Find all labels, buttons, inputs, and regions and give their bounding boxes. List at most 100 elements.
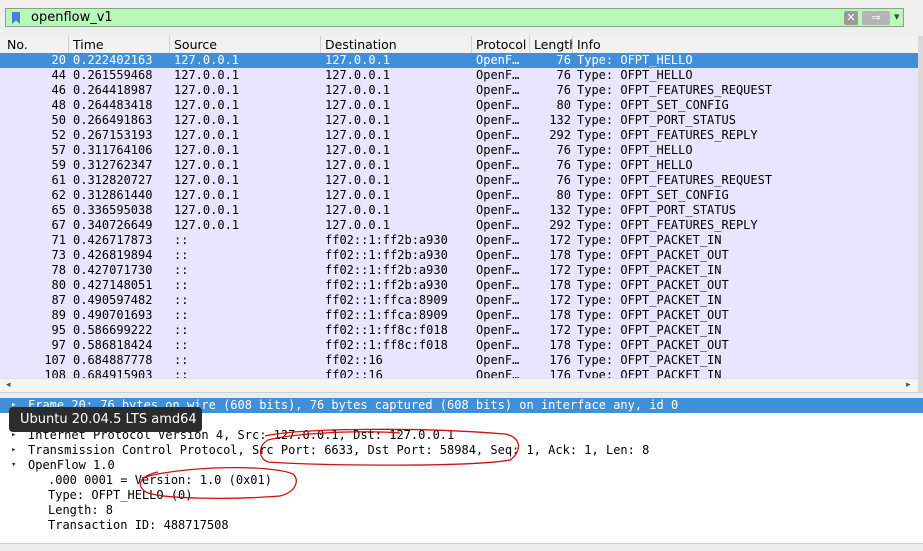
column-header-no[interactable]: No.: [3, 36, 69, 53]
packet-row[interactable]: 95 0.586699222:: ff02::1:ff8c:f018 OpenF… 17…: [0, 323, 918, 338]
column-header-source[interactable]: Source: [170, 36, 321, 53]
packet-cell-proto: OpenF…: [476, 68, 520, 82]
packet-cell-time: 0.261559468: [73, 68, 153, 82]
packet-cell-proto: OpenF…: [476, 233, 520, 247]
packet-row[interactable]: 50 0.266491863 127.0.0.1 127.0.0.1 OpenF… 132…: [0, 113, 918, 128]
apply-filter-icon[interactable]: ⇒: [862, 11, 890, 25]
packet-cell-proto: OpenF…: [476, 293, 520, 307]
packet-row[interactable]: 57 0.311764106 127.0.0.1 127.0.0.1 OpenF… 76 T…: [0, 143, 918, 158]
packet-row[interactable]: 62 0.312861440 127.0.0.1 127.0.0.1 OpenF… 80 T…: [0, 188, 918, 203]
clear-filter-icon[interactable]: ✕: [844, 11, 858, 25]
packet-list[interactable]: 20 0.222402163 127.0.0.1 127.0.0.1 OpenF… 76 T…: [0, 53, 918, 378]
packet-list-vertical-scrollbar[interactable]: [918, 36, 923, 392]
packet-row[interactable]: 67 0.340726649 127.0.0.1 127.0.0.1 OpenF… 292…: [0, 218, 918, 233]
column-header-time[interactable]: Time: [69, 36, 170, 53]
column-header-info[interactable]: Info: [573, 36, 918, 53]
packet-row[interactable]: 46 0.264418987 127.0.0.1 127.0.0.1 OpenF… 76 T…: [0, 83, 918, 98]
packet-cell-no: 62: [51, 188, 66, 202]
packet-cell-time: 0.264483418: [73, 98, 153, 112]
packet-cell-dst: 127.0.0.1: [325, 113, 391, 127]
detail-text: Length: 8: [48, 503, 114, 517]
packet-cell-info: Type: OFPT_PACKET_OUT: [577, 248, 729, 262]
packet-cell-len: 132: [549, 203, 571, 217]
packet-cell-len: 76: [556, 143, 571, 157]
packet-row[interactable]: 97 0.586818424:: ff02::1:ff8c:f018 OpenF… 17…: [0, 338, 918, 353]
packet-cell-info: Type: OFPT_FEATURES_REQUEST: [577, 83, 773, 97]
packet-cell-no: 52: [51, 128, 66, 142]
packet-cell-info: Type: OFPT_PACKET_IN: [577, 233, 722, 247]
packet-row[interactable]: 107 0.684887778:: ff02::16 OpenF… 176 Type: O…: [0, 353, 918, 368]
packet-cell-no: 87: [51, 293, 66, 307]
packet-cell-src: ::: [174, 233, 189, 247]
packet-cell-dst: 127.0.0.1: [325, 143, 391, 157]
packet-list-horizontal-scrollbar[interactable]: ◂ ▸: [0, 378, 918, 393]
packet-cell-len: 80: [556, 188, 571, 202]
packet-row[interactable]: 52 0.267153193 127.0.0.1 127.0.0.1 OpenF… 292…: [0, 128, 918, 143]
packet-row[interactable]: 80 0.427148051:: ff02::1:ff2b:a930 OpenF… 17…: [0, 278, 918, 293]
collapse-arrow-icon[interactable]: ▾: [11, 458, 16, 473]
packet-cell-len: 292: [549, 218, 571, 232]
packet-cell-proto: OpenF…: [476, 353, 520, 367]
packet-cell-info: Type: OFPT_SET_CONFIG: [577, 98, 729, 112]
packet-cell-no: 97: [51, 338, 66, 352]
packet-cell-dst: ff02::1:ffca:8909: [325, 308, 448, 322]
packet-cell-no: 59: [51, 158, 66, 172]
packet-cell-proto: OpenF…: [476, 158, 520, 172]
detail-tree-row[interactable]: ▸ Transmission Control Protocol, Src Port…: [0, 443, 923, 458]
packet-cell-time: 0.312762347: [73, 158, 153, 172]
packet-cell-len: 172: [549, 323, 571, 337]
display-filter-input[interactable]: openflow_v1 ✕ ⇒ ▾: [5, 8, 904, 27]
packet-row[interactable]: 89 0.490701693:: ff02::1:ffca:8909 OpenF… 17…: [0, 308, 918, 323]
detail-tree-row[interactable]: ▾ OpenFlow 1.0: [0, 458, 923, 473]
bookmark-icon[interactable]: [12, 12, 20, 24]
detail-field-row[interactable]: Length: 8: [0, 503, 923, 518]
packet-cell-info: Type: OFPT_HELLO: [577, 158, 693, 172]
packet-cell-time: 0.490597482: [73, 293, 153, 307]
packet-cell-proto: OpenF…: [476, 248, 520, 262]
detail-field-row[interactable]: Transaction ID: 488717508: [0, 518, 923, 533]
detail-field-row[interactable]: Type: OFPT_HELLO (0): [0, 488, 923, 503]
packet-cell-info: Type: OFPT_PACKET_IN: [577, 263, 722, 277]
expand-arrow-icon[interactable]: ▸: [11, 443, 16, 458]
packet-cell-src: 127.0.0.1: [174, 203, 240, 217]
scroll-left-icon[interactable]: ◂: [6, 380, 11, 390]
packet-cell-dst: 127.0.0.1: [325, 68, 391, 82]
packet-row[interactable]: 87 0.490597482:: ff02::1:ffca:8909 OpenF… 17…: [0, 293, 918, 308]
packet-row[interactable]: 61 0.312820727 127.0.0.1 127.0.0.1 OpenF… 76 T…: [0, 173, 918, 188]
packet-row[interactable]: 44 0.261559468 127.0.0.1 127.0.0.1 OpenF… 76 T…: [0, 68, 918, 83]
packet-cell-time: 0.267153193: [73, 128, 153, 142]
filter-history-dropdown-icon[interactable]: ▾: [894, 10, 900, 23]
packet-cell-src: ::: [174, 323, 189, 337]
column-header-destination[interactable]: Destination: [321, 36, 472, 53]
column-header-protocol[interactable]: Protocol: [472, 36, 530, 53]
scroll-right-icon[interactable]: ▸: [906, 380, 911, 390]
packet-row[interactable]: 73 0.426819894:: ff02::1:ff2b:a930 OpenF… 17…: [0, 248, 918, 263]
display-filter-value[interactable]: openflow_v1: [31, 10, 113, 25]
packet-cell-info: Type: OFPT_PACKET_OUT: [577, 278, 729, 292]
packet-cell-proto: OpenF…: [476, 263, 520, 277]
packet-row[interactable]: 48 0.264483418 127.0.0.1 127.0.0.1 OpenF… 80 T…: [0, 98, 918, 113]
packet-cell-src: 127.0.0.1: [174, 218, 240, 232]
detail-field-row[interactable]: .000 0001 = Version: 1.0 (0x01): [0, 473, 923, 488]
packet-cell-info: Type: OFPT_PORT_STATUS: [577, 113, 736, 127]
packet-row[interactable]: 78 0.427071730:: ff02::1:ff2b:a930 OpenF… 17…: [0, 263, 918, 278]
packet-cell-dst: 127.0.0.1: [325, 53, 391, 67]
packet-cell-src: 127.0.0.1: [174, 113, 240, 127]
packet-row[interactable]: 71 0.426717873:: ff02::1:ff2b:a930 OpenF… 17…: [0, 233, 918, 248]
packet-cell-info: Type: OFPT_FEATURES_REPLY: [577, 218, 758, 232]
packet-cell-dst: 127.0.0.1: [325, 158, 391, 172]
packet-row[interactable]: 65 0.336595038 127.0.0.1 127.0.0.1 OpenF… 132…: [0, 203, 918, 218]
packet-cell-proto: OpenF…: [476, 98, 520, 112]
packet-row[interactable]: 108 0.684915903:: ff02::16 OpenF… 176 Type: O…: [0, 368, 918, 378]
packet-row[interactable]: 59 0.312762347 127.0.0.1 127.0.0.1 OpenF… 76 T…: [0, 158, 918, 173]
packet-cell-proto: OpenF…: [476, 203, 520, 217]
column-header-length[interactable]: Length: [530, 36, 573, 53]
packet-cell-len: 76: [556, 83, 571, 97]
packet-cell-src: ::: [174, 338, 189, 352]
packet-cell-no: 46: [51, 83, 66, 97]
packet-cell-dst: ff02::1:ff8c:f018: [325, 338, 448, 352]
packet-cell-no: 71: [51, 233, 66, 247]
packet-cell-len: 76: [556, 158, 571, 172]
packet-cell-src: 127.0.0.1: [174, 173, 240, 187]
selected-packet-row[interactable]: 20 0.222402163 127.0.0.1 127.0.0.1 OpenF… 76 T…: [0, 53, 918, 68]
